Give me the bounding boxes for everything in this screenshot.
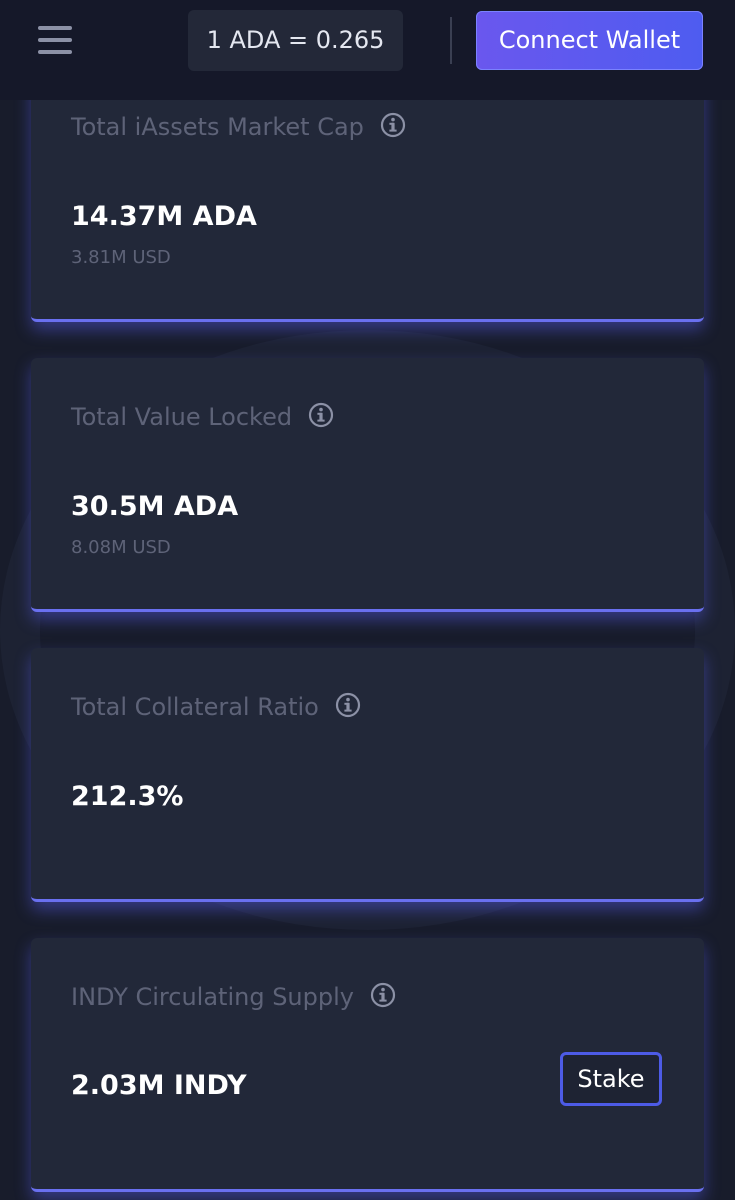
card-title: INDY Circulating Supply bbox=[71, 983, 354, 1011]
stat-card-total-collateral-ratio: Total Collateral Ratio 212.3% bbox=[31, 648, 704, 902]
info-icon[interactable] bbox=[308, 402, 334, 428]
connect-wallet-button[interactable]: Connect Wallet bbox=[476, 11, 703, 70]
card-title: Total Collateral Ratio bbox=[71, 693, 319, 721]
card-sub-value: 8.08M USD bbox=[71, 537, 171, 558]
card-title: Total Value Locked bbox=[71, 403, 293, 431]
hamburger-menu-icon[interactable] bbox=[38, 24, 72, 56]
info-icon[interactable] bbox=[335, 692, 361, 718]
ada-price-indicator: 1 ADA = 0.265 bbox=[188, 10, 403, 71]
card-value: 212.3% bbox=[71, 781, 184, 812]
card-value: 14.37M ADA bbox=[71, 201, 257, 232]
stat-card-total-value-locked: Total Value Locked 30.5M ADA 8.08M USD bbox=[31, 358, 704, 612]
info-icon[interactable] bbox=[370, 982, 396, 1008]
info-icon[interactable] bbox=[380, 112, 406, 138]
card-value: 30.5M ADA bbox=[71, 491, 239, 522]
card-sub-value: 3.81M USD bbox=[71, 247, 171, 268]
card-title: Total iAssets Market Cap bbox=[71, 113, 364, 141]
top-header: 1 ADA = 0.265 Connect Wallet bbox=[0, 0, 735, 100]
stat-card-indy-circulating-supply: INDY Circulating Supply 2.03M INDY Stake bbox=[31, 938, 704, 1192]
card-value: 2.03M INDY bbox=[71, 1070, 247, 1101]
header-divider bbox=[450, 17, 452, 64]
stake-button[interactable]: Stake bbox=[560, 1052, 662, 1106]
